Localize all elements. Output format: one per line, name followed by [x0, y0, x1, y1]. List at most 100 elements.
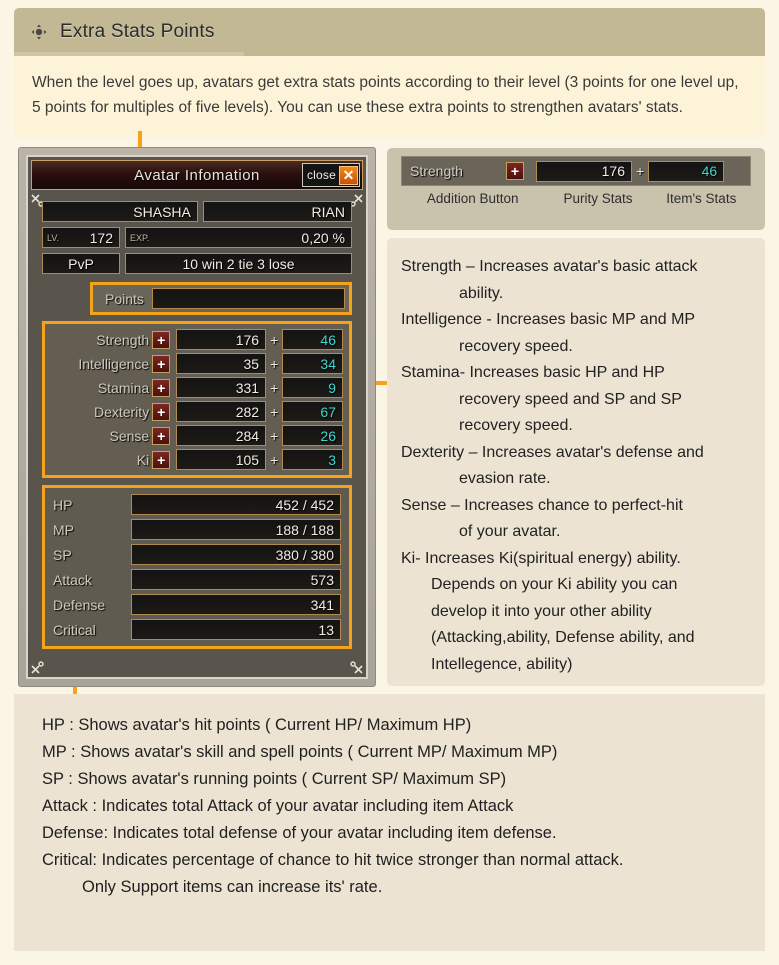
vital-row: SP 380 / 380	[53, 544, 341, 565]
vital-value: 13	[131, 619, 341, 640]
description-line: Only Support items can increase its' rat…	[82, 878, 383, 896]
stat-purity-value: 105	[176, 449, 267, 470]
points-highlight-box: Points	[90, 282, 352, 315]
points-value-field[interactable]	[151, 288, 345, 309]
vital-label: SP	[53, 546, 72, 563]
description-line: Sense – Increases chance to perfect-hit	[401, 496, 683, 514]
stat-addition-button[interactable]: +	[152, 354, 171, 373]
description-line: HP : Shows avatar's hit points ( Current…	[42, 716, 472, 734]
stat-item-value: 34	[282, 353, 343, 374]
stat-addition-button[interactable]: +	[152, 330, 171, 349]
move-crosshair-icon	[30, 23, 48, 41]
stat-label: Dexterity	[93, 403, 150, 420]
description-line: ability.	[459, 284, 504, 302]
stat-row: Stamina +331 +9	[47, 377, 343, 398]
stat-purity-value: 282	[176, 401, 267, 422]
page-title: Extra Stats Points	[60, 21, 215, 42]
vital-label: Defense	[53, 596, 106, 613]
stat-addition-button[interactable]: +	[152, 402, 171, 421]
stat-purity-value: 35	[176, 353, 267, 374]
stat-plus-sign: +	[270, 427, 279, 444]
description-line: Depends on your Ki ability you can	[431, 576, 678, 593]
level-tag: LV.	[47, 232, 60, 243]
description-line: recovery speed.	[459, 417, 573, 434]
vital-label: Attack	[53, 571, 92, 588]
legend-stat-label: Strength	[410, 163, 463, 179]
description-line: Critical: Indicates percentage of chance…	[42, 851, 624, 869]
level-value: 172	[89, 229, 113, 246]
stat-purity-value: 176	[176, 329, 267, 350]
stat-item-value: 26	[282, 425, 343, 446]
vital-row: Attack 573	[53, 569, 341, 590]
stat-plus-sign: +	[270, 403, 279, 420]
pvp-label: PvP	[42, 253, 120, 274]
legend-addition-button[interactable]: +	[506, 162, 524, 180]
description-line: Dexterity – Increases avatar's defense a…	[401, 443, 704, 461]
description-line: of your avatar.	[459, 523, 561, 540]
avatar-information-window: Avatar Infomation close ✕ SHASHA RIAN LV…	[18, 147, 376, 687]
stat-purity-value: 331	[176, 377, 267, 398]
stat-label: Sense	[109, 427, 150, 444]
legend-purity-value: 176	[536, 160, 632, 182]
exp-field: EXP. 0,20 %	[125, 227, 352, 248]
stat-plus-sign: +	[270, 331, 279, 348]
close-label: close	[306, 168, 336, 182]
stat-item-value: 67	[282, 401, 343, 422]
window-body: SHASHA RIAN LV. 172 EXP. 0,20 % PvP 10 w…	[28, 193, 366, 677]
vital-label: MP	[53, 521, 74, 538]
description-line: SP : Shows avatar's running points ( Cur…	[42, 770, 507, 788]
vital-row: MP 188 / 188	[53, 519, 341, 540]
stat-label: Intelligence	[78, 355, 150, 372]
vital-value: 452 / 452	[131, 494, 341, 515]
vital-row: Critical 13	[53, 619, 341, 640]
avatar-name-row: SHASHA RIAN	[42, 201, 352, 222]
description-line: Intellegence, ability)	[431, 655, 573, 673]
exp-value: 0,20 %	[301, 229, 345, 246]
legend-panel: Strength + 176 + 46 Addition Button Puri…	[387, 148, 765, 230]
stat-row: Dexterity +282 +67	[47, 401, 343, 422]
description-line: Attack : Indicates total Attack of your …	[42, 797, 514, 815]
stat-item-value: 46	[282, 329, 343, 350]
stat-addition-button[interactable]: +	[152, 426, 171, 445]
caption-addition-button: Addition Button	[426, 191, 519, 206]
description-line: evasion rate.	[459, 470, 551, 487]
avatar-name-left: SHASHA	[42, 201, 198, 222]
points-label: Points	[105, 290, 144, 307]
caption-item-stats: Item's Stats	[666, 191, 737, 206]
description-line: MP : Shows avatar's skill and spell poin…	[42, 743, 558, 761]
intro-paragraph: When the level goes up, avatars get extr…	[14, 56, 765, 138]
stat-label: Ki	[136, 451, 150, 468]
legend-plus-sign: +	[636, 163, 645, 179]
vital-row: Defense 341	[53, 594, 341, 615]
window-titlebar[interactable]: Avatar Infomation close ✕	[31, 160, 363, 190]
stat-addition-button[interactable]: +	[152, 378, 171, 397]
pvp-row: PvP 10 win 2 tie 3 lose	[42, 253, 352, 274]
legend-captions: Addition Button Purity Stats Item's Stat…	[401, 191, 751, 206]
vital-value: 188 / 188	[131, 519, 341, 540]
stat-plus-sign: +	[270, 379, 279, 396]
close-button[interactable]: close ✕	[301, 163, 360, 187]
stat-item-value: 3	[282, 449, 343, 470]
window-title: Avatar Infomation	[134, 166, 260, 184]
description-line: develop it into your other ability	[431, 602, 652, 620]
vitals-descriptions-panel: HP : Shows avatar's hit points ( Current…	[14, 694, 765, 951]
stat-label: Stamina	[97, 379, 150, 396]
stat-plus-sign: +	[270, 355, 279, 372]
legend-item-value: 46	[648, 160, 725, 182]
section-header[interactable]: Extra Stats Points	[14, 8, 765, 56]
level-field: LV. 172	[42, 227, 120, 248]
stat-addition-button[interactable]: +	[152, 450, 171, 469]
vital-label: HP	[53, 496, 73, 513]
stat-descriptions-panel: Strength – Increases avatar's basic atta…	[387, 238, 765, 686]
stat-row: Ki +105 +3	[47, 449, 343, 470]
stat-plus-sign: +	[270, 451, 279, 468]
stat-row: Sense +284 +26	[47, 425, 343, 446]
level-exp-row: LV. 172 EXP. 0,20 %	[42, 227, 352, 248]
close-x-icon[interactable]: ✕	[339, 165, 358, 185]
vital-label: Critical	[53, 621, 96, 638]
description-line: Ki- Increases Ki(spiritual energy) abili…	[401, 549, 681, 567]
description-line: recovery speed.	[459, 337, 573, 355]
stat-row: Intelligence +35 +34	[47, 353, 343, 374]
window-inner-frame: Avatar Infomation close ✕ SHASHA RIAN LV…	[26, 155, 368, 679]
legend-sample-row: Strength + 176 + 46	[401, 156, 751, 186]
